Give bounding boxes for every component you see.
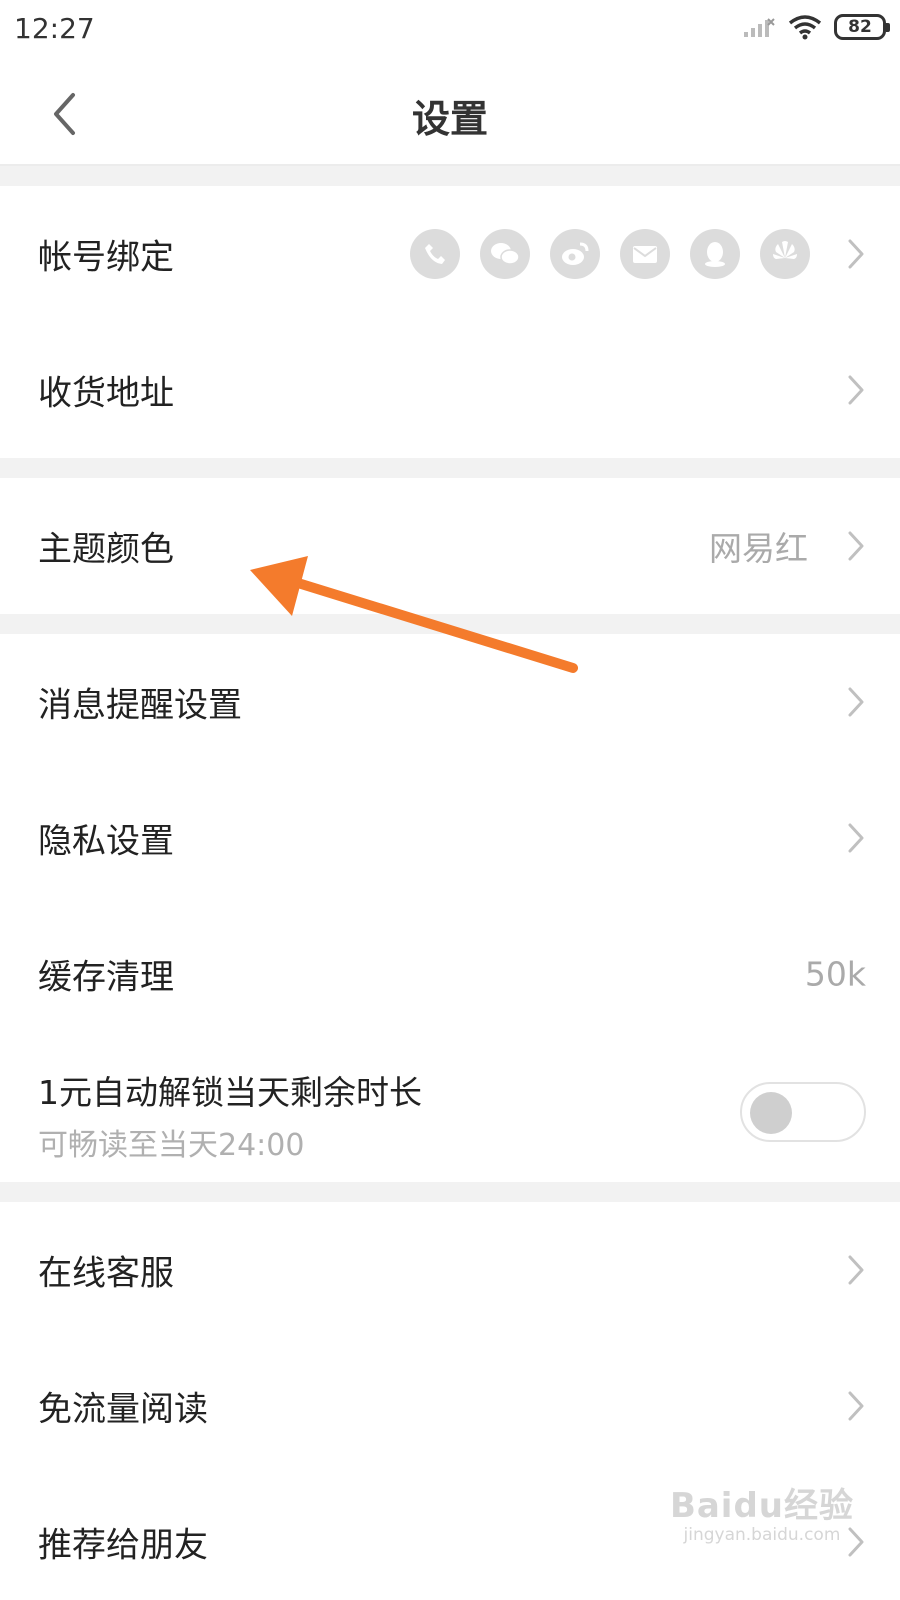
chevron-right-icon bbox=[848, 823, 864, 853]
shipping-address-row[interactable]: 收货地址 bbox=[0, 322, 900, 458]
auto-unlock-sublabel: 可畅读至当天24:00 bbox=[38, 1128, 305, 1163]
status-bar: 12:27 82 bbox=[0, 0, 900, 62]
notification-settings-label: 消息提醒设置 bbox=[38, 685, 242, 726]
signal-icon bbox=[744, 18, 775, 37]
online-service-row[interactable]: 在线客服 bbox=[0, 1202, 900, 1338]
chevron-right-icon bbox=[848, 1391, 864, 1421]
chevron-right-icon bbox=[848, 375, 864, 405]
auto-unlock-toggle[interactable] bbox=[740, 1082, 866, 1142]
email-icon bbox=[620, 229, 670, 279]
status-time: 12:27 bbox=[14, 12, 95, 45]
cache-cleanup-label: 缓存清理 bbox=[38, 957, 174, 998]
section-divider bbox=[0, 1182, 900, 1202]
chevron-right-icon bbox=[848, 531, 864, 561]
free-data-reading-label: 免流量阅读 bbox=[38, 1389, 208, 1430]
qq-icon bbox=[690, 229, 740, 279]
phone-icon bbox=[410, 229, 460, 279]
baidu-watermark: Baidu经验 jingyan.baidu.com bbox=[670, 1478, 854, 1545]
section-divider bbox=[0, 458, 900, 478]
weibo-icon bbox=[550, 229, 600, 279]
huawei-icon bbox=[760, 229, 810, 279]
section-divider bbox=[0, 166, 900, 186]
auto-unlock-row: 1元自动解锁当天剩余时长 可畅读至当天24:00 bbox=[0, 1042, 900, 1182]
chevron-right-icon bbox=[848, 1255, 864, 1285]
page-title: 设置 bbox=[411, 97, 488, 141]
shipping-address-label: 收货地址 bbox=[38, 373, 174, 414]
cache-size-value: 50k bbox=[804, 954, 866, 994]
auto-unlock-label: 1元自动解锁当天剩余时长 bbox=[38, 1073, 422, 1112]
free-data-reading-row[interactable]: 免流量阅读 bbox=[0, 1338, 900, 1474]
wifi-icon bbox=[788, 15, 822, 40]
theme-color-label: 主题颜色 bbox=[38, 529, 174, 570]
recommend-friends-label: 推荐给朋友 bbox=[38, 1525, 208, 1566]
status-icons: 82 bbox=[742, 14, 890, 40]
battery-level: 82 bbox=[848, 17, 872, 37]
theme-color-value: 网易红 bbox=[709, 529, 808, 568]
account-binding-row[interactable]: 帐号绑定 bbox=[0, 186, 900, 322]
chevron-right-icon bbox=[848, 239, 864, 269]
theme-color-row[interactable]: 主题颜色 网易红 bbox=[0, 478, 900, 614]
battery-icon: 82 bbox=[834, 14, 890, 40]
online-service-label: 在线客服 bbox=[38, 1253, 174, 1294]
section-divider bbox=[0, 614, 900, 634]
chevron-right-icon bbox=[848, 687, 864, 717]
notification-settings-row[interactable]: 消息提醒设置 bbox=[0, 634, 900, 770]
privacy-settings-label: 隐私设置 bbox=[38, 821, 174, 862]
wechat-icon bbox=[480, 229, 530, 279]
watermark-url: jingyan.baidu.com bbox=[683, 1525, 841, 1545]
cache-cleanup-row[interactable]: 缓存清理 50k bbox=[0, 906, 900, 1042]
watermark-logo: Baidu经验 bbox=[669, 1486, 854, 1526]
account-icons bbox=[410, 229, 810, 279]
toggle-knob bbox=[750, 1092, 792, 1134]
account-binding-label: 帐号绑定 bbox=[38, 237, 174, 278]
privacy-settings-row[interactable]: 隐私设置 bbox=[0, 770, 900, 906]
nav-bar: 设置 bbox=[0, 62, 900, 166]
